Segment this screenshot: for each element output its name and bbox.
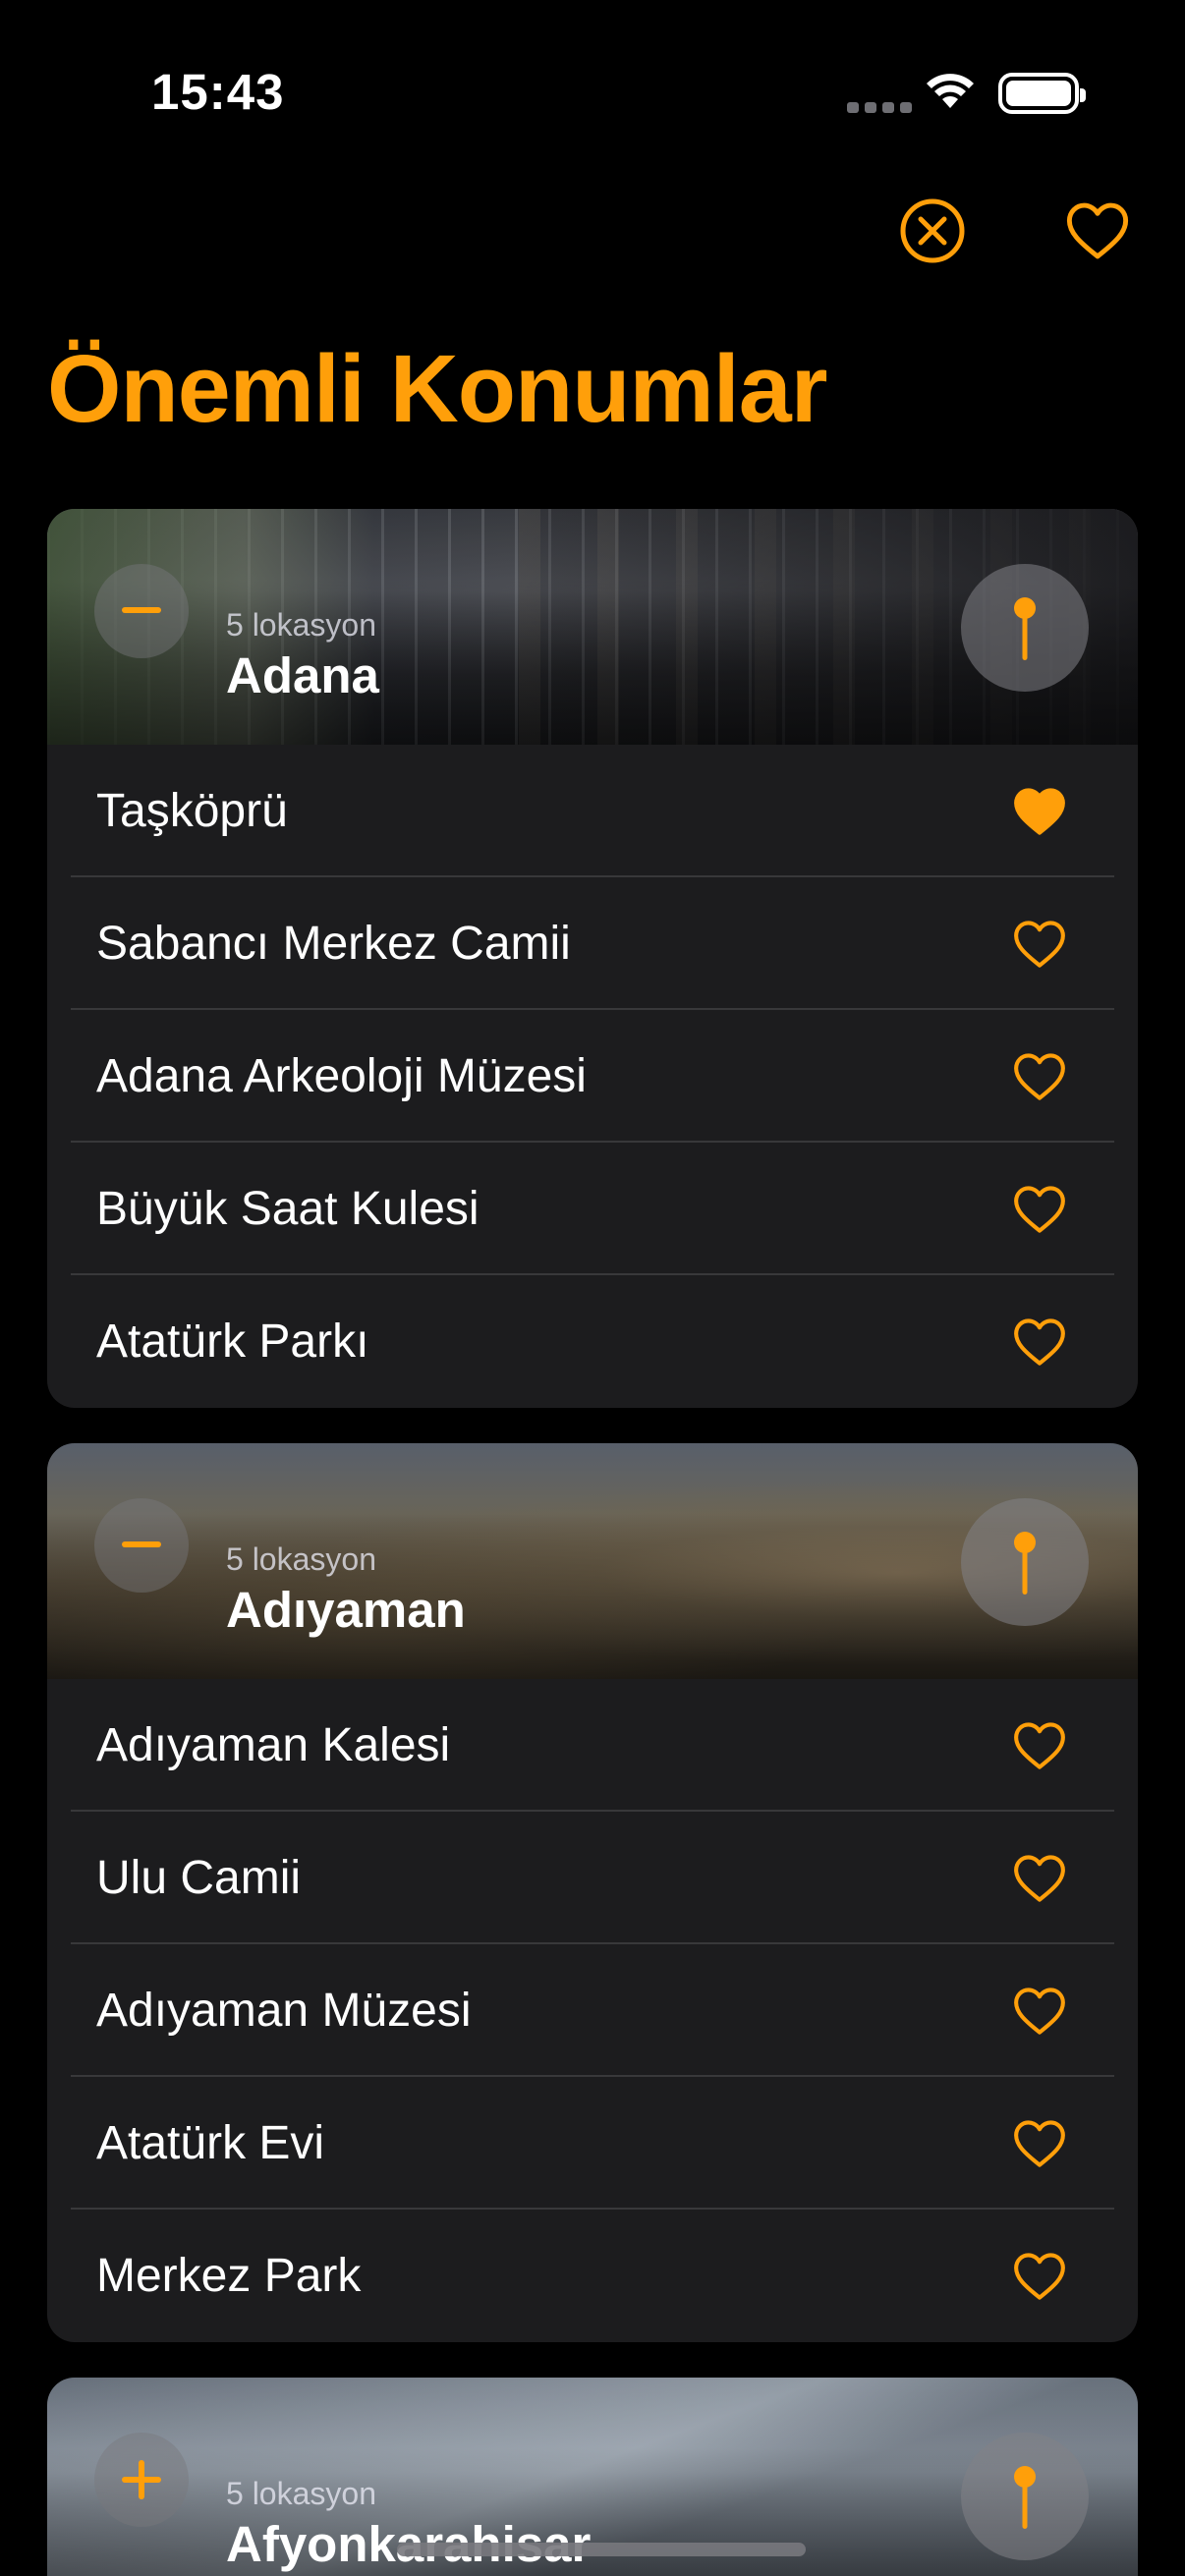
heart-icon[interactable] <box>1012 917 1067 972</box>
map-pin-icon <box>1014 597 1036 660</box>
status-bar: 15:43 <box>0 0 1185 187</box>
location-row[interactable]: Adıyaman Kalesi <box>47 1679 1138 1812</box>
favorites-button[interactable] <box>1063 196 1132 265</box>
xmark-circle-icon <box>900 198 965 263</box>
heart-icon[interactable] <box>1012 1984 1067 2039</box>
location-name: Adıyaman Kalesi <box>96 1719 451 1771</box>
location-name: Adıyaman Müzesi <box>96 1985 472 2037</box>
location-row[interactable]: Sabancı Merkez Camii <box>47 877 1138 1010</box>
location-name: Atatürk Parkı <box>96 1316 369 1368</box>
page-title: Önemli Konumlar <box>47 335 827 442</box>
location-name: Adana Arkeoloji Müzesi <box>96 1050 587 1102</box>
heart-filled-icon[interactable] <box>1012 784 1067 839</box>
status-time: 15:43 <box>151 64 285 120</box>
minus-icon <box>122 1541 161 1547</box>
map-pin-icon <box>1014 1532 1036 1595</box>
city-header[interactable]: 5 lokasyon Adıyaman <box>47 1443 1138 1679</box>
heart-icon[interactable] <box>1012 1315 1067 1370</box>
location-name: Taşköprü <box>96 785 288 837</box>
heart-icon[interactable] <box>1012 2249 1067 2304</box>
map-pin-button[interactable] <box>961 564 1089 692</box>
minus-icon <box>122 607 161 613</box>
heart-icon[interactable] <box>1012 1718 1067 1773</box>
expand-button[interactable] <box>94 2433 189 2527</box>
plus-icon <box>122 2460 161 2499</box>
location-row[interactable]: Atatürk Parkı <box>47 1275 1138 1408</box>
location-row[interactable]: Büyük Saat Kulesi <box>47 1143 1138 1275</box>
location-row[interactable]: Merkez Park <box>47 2210 1138 2342</box>
map-pin-button[interactable] <box>961 2433 1089 2560</box>
screen: 15:43 Önemli Konumlar 5 lokasyon Adana T… <box>0 0 1185 2576</box>
location-name: Atatürk Evi <box>96 2117 325 2169</box>
location-count: 5 lokasyon <box>226 607 376 643</box>
city-card-adana: 5 lokasyon Adana Taşköprü Sabancı Merkez… <box>47 509 1138 1408</box>
heart-icon[interactable] <box>1012 1049 1067 1104</box>
map-pin-icon <box>1014 2466 1036 2529</box>
location-row[interactable]: Atatürk Evi <box>47 2077 1138 2210</box>
location-name: Sabancı Merkez Camii <box>96 918 571 970</box>
city-card-adiyaman: 5 lokasyon Adıyaman Adıyaman Kalesi Ulu … <box>47 1443 1138 2342</box>
location-name: Büyük Saat Kulesi <box>96 1183 480 1235</box>
collapse-button[interactable] <box>94 1498 189 1593</box>
location-row[interactable]: Ulu Camii <box>47 1812 1138 1944</box>
wifi-icon <box>924 69 977 115</box>
heart-icon[interactable] <box>1012 1851 1067 1906</box>
close-button[interactable] <box>898 196 967 265</box>
location-list: Taşköprü Sabancı Merkez Camii Adana Arke… <box>47 745 1138 1408</box>
location-name: Ulu Camii <box>96 1852 302 1904</box>
city-name: Adıyaman <box>226 1582 466 1638</box>
heart-icon <box>1066 202 1129 259</box>
cellular-signal-icon <box>847 102 912 113</box>
collapse-button[interactable] <box>94 564 189 658</box>
location-row[interactable]: Taşköprü <box>47 745 1138 877</box>
location-name: Merkez Park <box>96 2250 362 2302</box>
location-list: Adıyaman Kalesi Ulu Camii Adıyaman Müzes… <box>47 1679 1138 2342</box>
location-row[interactable]: Adıyaman Müzesi <box>47 1944 1138 2077</box>
map-pin-button[interactable] <box>961 1498 1089 1626</box>
home-indicator[interactable] <box>397 2543 806 2556</box>
heart-icon[interactable] <box>1012 2116 1067 2171</box>
heart-icon[interactable] <box>1012 1182 1067 1237</box>
location-count: 5 lokasyon <box>226 2476 376 2511</box>
city-name: Adana <box>226 647 379 703</box>
battery-icon <box>998 73 1086 114</box>
city-header[interactable]: 5 lokasyon Adana <box>47 509 1138 745</box>
location-count: 5 lokasyon <box>226 1541 376 1577</box>
location-row[interactable]: Adana Arkeoloji Müzesi <box>47 1010 1138 1143</box>
